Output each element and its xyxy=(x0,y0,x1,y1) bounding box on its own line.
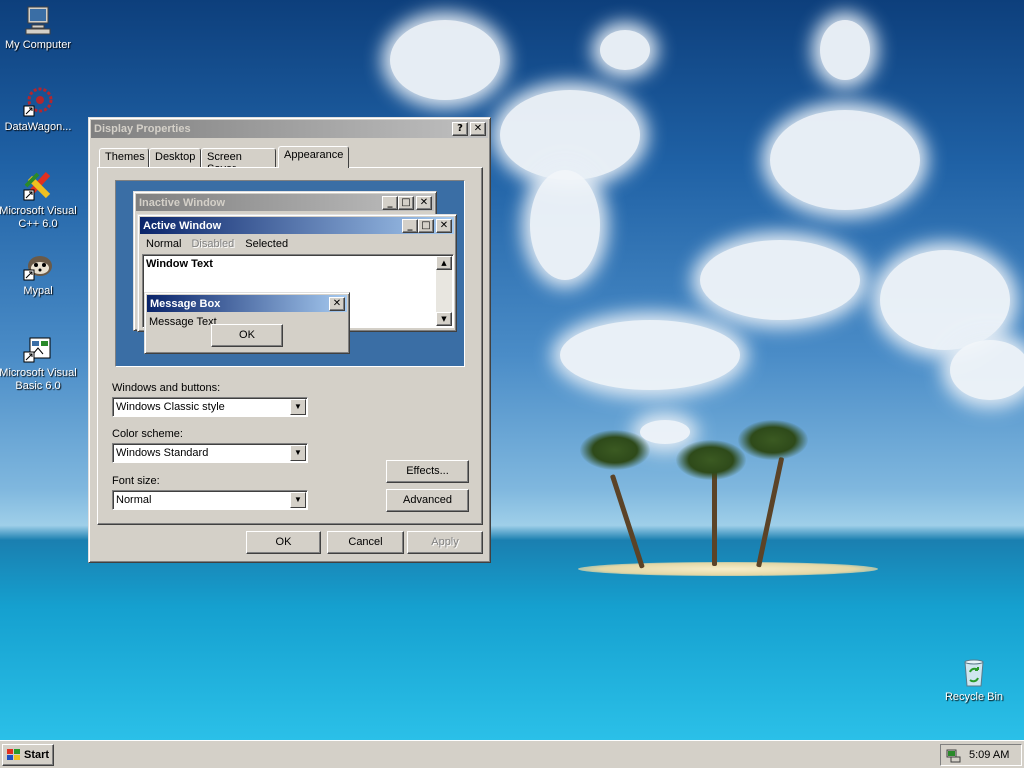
preview-window-text: Window Text xyxy=(146,258,213,270)
preview-message-text: Message Text xyxy=(149,316,217,328)
desktop-icon-label: Microsoft Visual Basic 6.0 xyxy=(0,367,77,392)
desktop-icon-label: Mypal xyxy=(23,285,53,297)
desktop-icon-visual-basic[interactable]: Microsoft Visual Basic 6.0 xyxy=(0,332,78,393)
cloud xyxy=(880,250,1010,350)
windows-buttons-label: Windows and buttons: xyxy=(112,382,221,394)
network-icon[interactable] xyxy=(945,747,961,763)
preview-active-titlebar: Active Window _ □ ✕ xyxy=(140,217,454,234)
chevron-down-icon[interactable]: ▼ xyxy=(290,492,306,508)
start-button[interactable]: Start xyxy=(2,744,54,766)
desktop-icon-mypal[interactable]: Mypal xyxy=(0,250,78,298)
preview-menubar: Normal Disabled Selected xyxy=(142,237,294,253)
computer-icon xyxy=(22,4,54,36)
desktop-icon-datawagon[interactable]: DataWagon... xyxy=(0,86,78,134)
maximize-icon: □ xyxy=(418,218,434,233)
desktop-icon-recycle-bin[interactable]: Recycle Bin xyxy=(934,656,1014,704)
start-label: Start xyxy=(24,749,50,761)
tab-themes[interactable]: Themes xyxy=(99,148,149,167)
desktop-icon-label: DataWagon... xyxy=(4,121,72,133)
maximize-icon: □ xyxy=(398,195,414,210)
palm-tree xyxy=(712,470,717,566)
cloud xyxy=(820,20,870,80)
tab-screen-saver[interactable]: Screen Saver xyxy=(201,148,276,175)
minimize-icon: _ xyxy=(382,195,398,210)
preview-scrollbar: ▲ ▼ xyxy=(436,256,452,326)
system-tray: 5:09 AM xyxy=(940,744,1022,766)
apply-button[interactable]: Apply xyxy=(407,531,483,554)
color-scheme-value: Windows Standard xyxy=(116,447,209,459)
font-size-label: Font size: xyxy=(112,475,160,487)
font-size-select[interactable]: Normal ▼ xyxy=(112,490,308,510)
cloud xyxy=(560,320,740,390)
dialog-titlebar[interactable]: Display Properties ? ✕ xyxy=(91,120,488,138)
scroll-up-icon: ▲ xyxy=(436,256,452,270)
desktop-icon-label: My Computer xyxy=(4,39,72,51)
minimize-icon: _ xyxy=(402,218,418,233)
cloud xyxy=(950,340,1024,400)
preview-inactive-titlebar: Inactive Window _ □ ✕ xyxy=(136,194,434,211)
appearance-panel: Inactive Window _ □ ✕ Active Window _ □ … xyxy=(97,167,483,525)
palm-tree xyxy=(756,456,785,568)
color-scheme-label: Color scheme: xyxy=(112,428,183,440)
windows-logo-icon xyxy=(6,748,22,762)
datawagon-icon xyxy=(22,86,54,118)
desktop-icon-my-computer[interactable]: My Computer xyxy=(0,4,78,52)
preview-message-box: Message Box ✕ Message Text OK xyxy=(144,292,350,354)
close-icon: ✕ xyxy=(436,218,452,233)
cloud xyxy=(390,20,500,100)
preview-message-title: Message Box xyxy=(150,297,221,310)
ok-button[interactable]: OK xyxy=(246,531,321,554)
recycle-bin-icon xyxy=(958,656,990,688)
windows-buttons-select[interactable]: Windows Classic style ▼ xyxy=(112,397,308,417)
island xyxy=(578,562,878,576)
cloud xyxy=(770,110,920,210)
help-button[interactable]: ? xyxy=(452,122,468,136)
display-properties-dialog: Display Properties ? ✕ Themes Desktop Sc… xyxy=(88,117,491,563)
preview-ok-button: OK xyxy=(211,324,283,347)
palm-tree xyxy=(580,430,650,470)
advanced-button[interactable]: Advanced xyxy=(386,489,469,512)
visual-cpp-icon xyxy=(22,170,54,202)
palm-tree xyxy=(738,420,808,460)
cloud xyxy=(530,170,600,280)
preview-menu-normal: Normal xyxy=(146,238,182,250)
mypal-icon xyxy=(22,250,54,282)
chevron-down-icon[interactable]: ▼ xyxy=(290,445,306,461)
palm-tree xyxy=(676,440,746,480)
palm-tree xyxy=(609,474,645,569)
dialog-title: Display Properties xyxy=(94,123,191,135)
effects-button[interactable]: Effects... xyxy=(386,460,469,483)
preview-menu-selected: Selected xyxy=(245,238,289,250)
desktop-icon-label: Recycle Bin xyxy=(944,691,1004,703)
font-size-value: Normal xyxy=(116,494,152,506)
desktop-icon-visual-cpp[interactable]: Microsoft Visual C++ 6.0 xyxy=(0,170,78,231)
preview-menu-disabled: Disabled xyxy=(191,238,235,250)
preview-active-title: Active Window xyxy=(143,219,222,232)
tab-desktop[interactable]: Desktop xyxy=(149,148,201,167)
cloud xyxy=(700,240,860,320)
close-icon: ✕ xyxy=(329,296,345,311)
scroll-down-icon: ▼ xyxy=(436,312,452,326)
preview-inactive-title: Inactive Window xyxy=(139,196,226,209)
cancel-button[interactable]: Cancel xyxy=(327,531,404,554)
chevron-down-icon[interactable]: ▼ xyxy=(290,399,306,415)
appearance-preview: Inactive Window _ □ ✕ Active Window _ □ … xyxy=(115,180,465,367)
close-button[interactable]: ✕ xyxy=(470,122,486,136)
color-scheme-select[interactable]: Windows Standard ▼ xyxy=(112,443,308,463)
taskbar: Start 5:09 AM xyxy=(0,740,1024,768)
windows-buttons-value: Windows Classic style xyxy=(116,401,225,413)
cloud xyxy=(600,30,650,70)
clock[interactable]: 5:09 AM xyxy=(969,749,1009,761)
desktop-icon-label: Microsoft Visual C++ 6.0 xyxy=(0,205,77,230)
cloud xyxy=(500,90,640,180)
visual-basic-icon xyxy=(22,332,54,364)
close-icon: ✕ xyxy=(416,195,432,210)
tab-appearance[interactable]: Appearance xyxy=(278,146,349,168)
preview-message-titlebar: Message Box ✕ xyxy=(147,295,347,312)
cloud xyxy=(640,420,690,444)
